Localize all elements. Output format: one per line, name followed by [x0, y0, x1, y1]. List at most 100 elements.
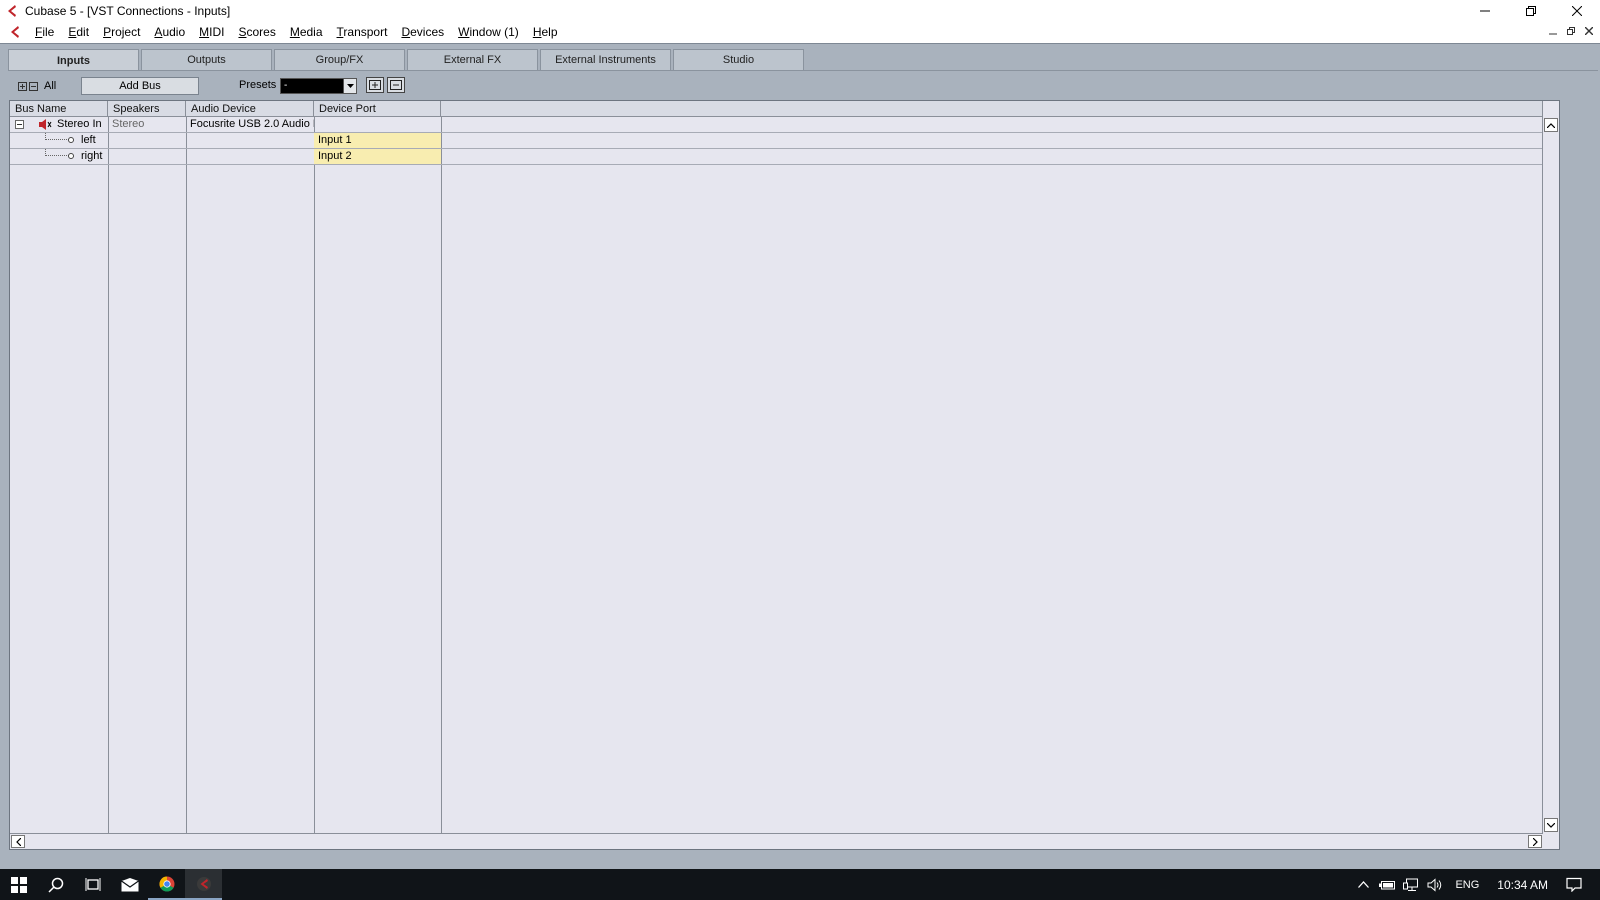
minimize-button[interactable]: [1462, 0, 1508, 22]
search-icon: [47, 877, 63, 893]
windows-icon: [10, 876, 27, 893]
channel-name: left: [81, 134, 96, 146]
speakers-cell: [108, 133, 186, 148]
speakers-cell: Stereo: [112, 118, 145, 130]
save-preset-icon: [369, 80, 381, 90]
task-view-icon: [85, 877, 100, 891]
tab-studio[interactable]: Studio: [673, 49, 804, 70]
show-hidden-icons-button[interactable]: [1351, 869, 1375, 900]
cubase-app-button[interactable]: [185, 869, 222, 900]
tab-outputs[interactable]: Outputs: [141, 49, 272, 70]
menu-media[interactable]: Media: [283, 22, 330, 42]
chrome-app-button[interactable]: [148, 869, 185, 900]
expand-all-icon[interactable]: [18, 81, 27, 91]
table-header: Bus Name Speakers Audio Device Device Po…: [10, 101, 1543, 117]
search-button[interactable]: [37, 869, 74, 900]
close-button[interactable]: [1554, 0, 1600, 22]
channel-name: right: [81, 150, 103, 162]
all-label: All: [44, 80, 57, 92]
header-speakers[interactable]: Speakers: [108, 101, 186, 117]
doc-close-button[interactable]: [1582, 24, 1596, 38]
doc-minimize-button[interactable]: [1546, 24, 1560, 38]
device-port-cell: [314, 117, 441, 132]
chevron-right-icon: [1532, 837, 1538, 846]
menu-edit[interactable]: Edit: [61, 22, 96, 42]
close-icon: [1572, 6, 1582, 16]
table-row[interactable]: left Input 1: [10, 133, 1543, 149]
tab-external-instruments[interactable]: External Instruments: [540, 49, 671, 70]
speakers-cell: [108, 149, 186, 164]
chevron-down-icon: [1547, 822, 1555, 828]
chevron-up-icon: [1547, 122, 1555, 128]
clock[interactable]: 10:34 AM: [1487, 878, 1562, 892]
scroll-up-button[interactable]: [1544, 118, 1558, 132]
horizontal-scrollbar[interactable]: [10, 833, 1543, 849]
menu-devices[interactable]: Devices: [394, 22, 451, 42]
notification-icon: [1566, 877, 1582, 892]
audio-device-cell[interactable]: Focusrite USB 2.0 Audio D: [186, 117, 314, 132]
collapse-all-icon[interactable]: [29, 81, 38, 91]
document-window-controls: [1546, 24, 1596, 38]
channel-node-icon: [68, 137, 74, 143]
menu-midi[interactable]: MIDI: [192, 22, 231, 42]
volume-button[interactable]: [1423, 869, 1447, 900]
scroll-left-button[interactable]: [11, 835, 25, 848]
tab-group-fx[interactable]: Group/FX: [274, 49, 405, 70]
cubase-menu-icon[interactable]: [8, 25, 22, 39]
menu-project[interactable]: Project: [96, 22, 147, 42]
device-port-cell[interactable]: Input 1: [314, 133, 441, 148]
tab-inputs[interactable]: Inputs: [8, 49, 139, 71]
menu-audio[interactable]: Audio: [147, 22, 192, 42]
menu-scores[interactable]: Scores: [231, 22, 282, 42]
doc-restore-button[interactable]: [1564, 24, 1578, 38]
store-preset-button[interactable]: [366, 77, 384, 93]
chevron-up-icon: [1357, 881, 1369, 888]
restore-icon: [1526, 6, 1536, 16]
cubase-logo-icon: [8, 5, 16, 17]
vertical-scrollbar[interactable]: [1542, 117, 1559, 833]
collapse-icon[interactable]: [15, 120, 24, 129]
task-view-button[interactable]: [74, 869, 111, 900]
header-device-port[interactable]: Device Port: [314, 101, 441, 117]
title-bar: Cubase 5 - [VST Connections - Inputs]: [0, 0, 1600, 22]
scroll-down-button[interactable]: [1544, 818, 1558, 832]
menu-help[interactable]: Help: [526, 22, 565, 42]
presets-dropdown[interactable]: -: [280, 78, 357, 94]
minimize-icon: [1480, 10, 1490, 12]
header-audio-device[interactable]: Audio Device: [186, 101, 314, 117]
chevron-down-icon: [346, 83, 354, 88]
scroll-right-button[interactable]: [1528, 835, 1542, 848]
minimize-icon: [1549, 33, 1557, 35]
column-divider: [441, 117, 442, 833]
battery-button[interactable]: [1375, 869, 1399, 900]
mail-app-button[interactable]: [111, 869, 148, 900]
header-filler: [441, 101, 1543, 117]
tab-bar: Inputs Outputs Group/FX External FX Exte…: [8, 49, 806, 71]
menu-file[interactable]: File: [28, 22, 61, 42]
start-button[interactable]: [0, 869, 37, 900]
channel-name-cell: left: [10, 133, 108, 148]
speaker-icon[interactable]: [38, 118, 52, 131]
remove-preset-button[interactable]: [387, 77, 405, 93]
restore-button[interactable]: [1508, 0, 1554, 22]
add-bus-button[interactable]: Add Bus: [81, 77, 199, 95]
tab-external-fx[interactable]: External FX: [407, 49, 538, 70]
table-row[interactable]: right Input 2: [10, 149, 1543, 165]
toolbar: All Add Bus Presets -: [8, 75, 1598, 97]
action-center-button[interactable]: [1562, 869, 1586, 900]
dropdown-arrow[interactable]: [343, 79, 356, 93]
table-row[interactable]: Stereo In Stereo Focusrite USB 2.0 Audio…: [10, 117, 1543, 133]
menu-transport[interactable]: Transport: [330, 22, 395, 42]
presets-label: Presets: [239, 79, 277, 91]
window-controls: [1462, 0, 1600, 22]
device-port-cell[interactable]: Input 2: [314, 149, 441, 164]
header-bus-name[interactable]: Bus Name: [10, 101, 108, 117]
bus-name-cell[interactable]: Stereo In: [10, 117, 108, 132]
input-language[interactable]: ENG: [1447, 879, 1487, 891]
column-divider: [108, 117, 109, 833]
expand-collapse-all[interactable]: [18, 81, 38, 91]
network-button[interactable]: [1399, 869, 1423, 900]
audio-device-cell: [186, 133, 314, 148]
chrome-icon: [158, 876, 174, 892]
menu-window[interactable]: Window (1): [451, 22, 526, 42]
